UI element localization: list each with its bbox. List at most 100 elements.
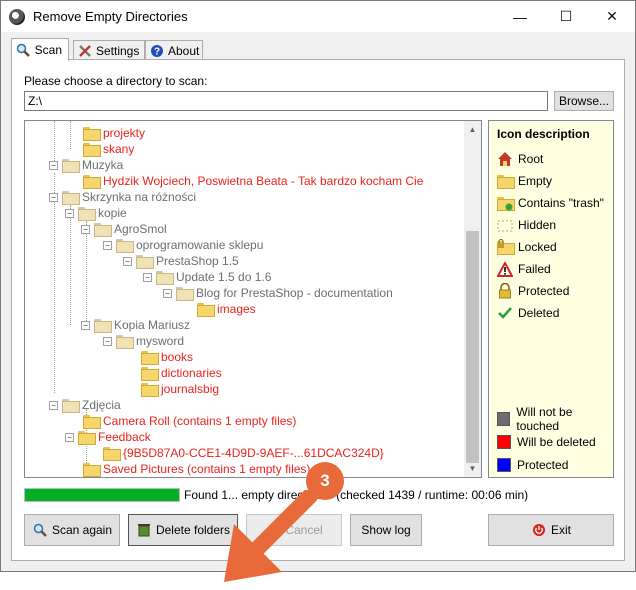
scroll-down-arrow-icon[interactable]: ▼ (464, 460, 481, 477)
delete-folders-label: Delete folders (155, 523, 231, 537)
tree-item[interactable]: − Zdjęcia (49, 397, 121, 413)
minimize-button[interactable]: — (497, 1, 543, 32)
tab-scan[interactable]: Scan (11, 38, 69, 61)
tree-item[interactable]: Saved Pictures (contains 1 empty files) (83, 461, 310, 477)
tree-item[interactable]: Hydzik Wojciech, Poswietna Beata - Tak b… (83, 173, 423, 189)
tree-item[interactable]: − oprogramowanie sklepu (103, 237, 263, 253)
folder-icon (116, 239, 134, 253)
gray-swatch (497, 412, 511, 426)
window-title: Remove Empty Directories (33, 9, 188, 24)
collapse-toggle[interactable]: − (81, 320, 90, 330)
tree-item-label: journalsbig (161, 382, 220, 396)
collapse-toggle[interactable]: − (103, 240, 112, 250)
folder-icon (62, 399, 80, 413)
app-icon (9, 9, 25, 25)
tree-item-label: Kopia Mariusz (114, 318, 191, 332)
tree-item-label: projekty (103, 126, 146, 140)
trash-folder-icon (83, 463, 101, 477)
collapse-toggle[interactable]: − (65, 208, 74, 218)
collapse-toggle[interactable]: − (143, 272, 152, 282)
collapse-toggle[interactable]: − (49, 192, 58, 202)
help-icon: ? (150, 43, 164, 59)
progress-fill (25, 489, 179, 501)
tree-item-label: Update 1.5 do 1.6 (176, 270, 272, 284)
tree-item[interactable]: − Muzyka (49, 157, 123, 173)
tree-item[interactable]: − Skrzynka na różności (49, 189, 196, 205)
tree-item[interactable]: journalsbig (141, 381, 219, 397)
lock-icon (497, 283, 513, 299)
tree-item[interactable]: − PrestaShop 1.5 (123, 253, 239, 269)
legend-color-label: Protected (517, 458, 569, 472)
collapse-toggle[interactable]: − (103, 336, 112, 346)
tree-item[interactable]: − Kopia Mariusz (81, 317, 190, 333)
scroll-thumb[interactable] (466, 231, 479, 463)
delete-folders-button[interactable]: Delete folders (128, 514, 238, 546)
tree-item[interactable]: − Blog for PrestaShop - documentation (163, 285, 393, 301)
scroll-up-arrow-icon[interactable]: ▲ (464, 121, 481, 138)
folder-icon (103, 447, 121, 461)
collapse-toggle[interactable]: − (49, 400, 58, 410)
tools-icon (78, 43, 92, 59)
folder-icon (83, 127, 101, 141)
tree-item[interactable]: − mysword (103, 333, 184, 349)
legend-color-item: Will not be touched (497, 405, 613, 433)
legend-item: Contains "trash" (497, 195, 604, 211)
tree-item[interactable]: − kopie (65, 205, 127, 221)
tree-item[interactable]: {9B5D87A0-CCE1-4D9D-9AEF-...61DCAC324D} (103, 445, 384, 461)
scan-again-button[interactable]: Scan again (24, 514, 120, 546)
exit-label: Exit (550, 523, 571, 537)
tree-item-label: Skrzynka na różności (82, 190, 197, 204)
tab-about[interactable]: ? About (145, 40, 203, 60)
legend-item: Hidden (497, 217, 556, 233)
folder-icon (141, 367, 159, 381)
browse-button[interactable]: Browse... (554, 91, 614, 111)
tree-item[interactable]: − Feedback (65, 429, 151, 445)
tree-item-label: Zdjęcia (82, 398, 121, 412)
collapse-toggle[interactable]: − (65, 432, 74, 442)
tree-item-label: books (161, 350, 194, 364)
directory-tree[interactable]: projekty skany − Muzyka Hydzik Wojciech, … (24, 120, 482, 478)
icon-legend: Icon description Root Empty Contains "tr… (488, 120, 614, 478)
tree-scrollbar[interactable]: ▲ ▼ (464, 121, 481, 477)
legend-label: Root (518, 152, 544, 166)
tree-guide (54, 173, 55, 393)
directory-path-input[interactable] (24, 91, 548, 111)
step-badge: 3 (306, 462, 344, 500)
tab-about-label: About (168, 43, 200, 58)
folder-icon (94, 223, 112, 237)
tree-item-label: Blog for PrestaShop - documentation (196, 286, 393, 300)
tree-item[interactable]: projekty (83, 125, 145, 141)
tree-item[interactable]: dictionaries (141, 365, 222, 381)
legend-color-item: Protected (497, 457, 568, 473)
tree-item[interactable]: skany (83, 141, 134, 157)
tree-item-label: {9B5D87A0-CCE1-4D9D-9AEF-...61DCAC324D} (123, 446, 384, 460)
collapse-toggle[interactable]: − (163, 288, 172, 298)
magnifier-icon (32, 522, 48, 538)
tree-item[interactable]: − Update 1.5 do 1.6 (143, 269, 271, 285)
folder-icon (78, 207, 96, 221)
collapse-toggle[interactable]: − (81, 224, 90, 234)
legend-label: Deleted (518, 306, 560, 320)
folder-icon (176, 287, 194, 301)
exit-button[interactable]: Exit (488, 514, 614, 546)
collapse-toggle[interactable]: − (49, 160, 58, 170)
close-button[interactable]: ✕ (589, 1, 635, 32)
folder-icon (156, 271, 174, 285)
tree-item[interactable]: images (197, 301, 256, 317)
collapse-toggle[interactable]: − (123, 256, 132, 266)
show-log-button[interactable]: Show log (350, 514, 422, 546)
scan-panel: Please choose a directory to scan: Brows… (11, 59, 625, 582)
legend-item: Failed (497, 261, 551, 277)
folder-icon (62, 191, 80, 205)
maximize-button[interactable]: ☐ (543, 1, 589, 32)
tree-item[interactable]: Camera Roll (contains 1 empty files) (83, 413, 296, 429)
tab-settings[interactable]: Settings (73, 40, 145, 60)
tree-item[interactable]: books (141, 349, 193, 365)
legend-item: Protected (497, 283, 569, 299)
folder-icon (83, 143, 101, 157)
tree-item[interactable]: − AgroSmol (81, 221, 167, 237)
svg-text:?: ? (154, 46, 160, 57)
legend-label: Contains "trash" (518, 196, 604, 210)
legend-color-item: Will be deleted (497, 434, 596, 450)
folder-icon (83, 175, 101, 189)
